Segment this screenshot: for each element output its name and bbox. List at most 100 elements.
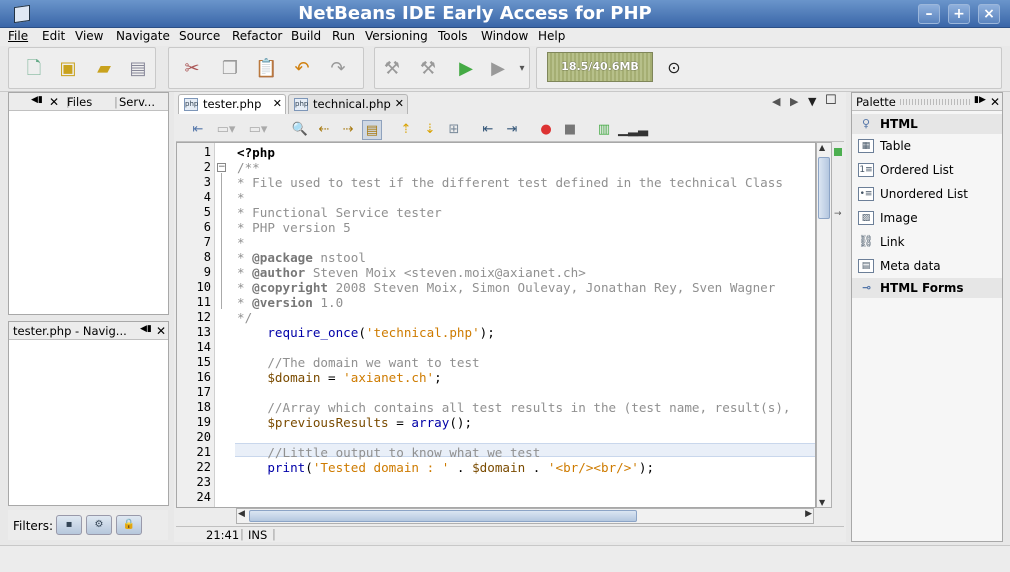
close-window-button[interactable]: × [978, 4, 1000, 24]
item-label: Table [880, 139, 912, 153]
palette-panel: Palette ▮▶ ✕ ♀ HTML ▦ Table 1≡ Ordered L… [851, 92, 1003, 542]
panel-close-icon[interactable]: ✕ [49, 95, 59, 109]
palette-item-link[interactable]: ⛓ Link [856, 232, 1000, 252]
new-file-icon[interactable]: 🗋 [23, 58, 45, 80]
tab-files[interactable]: Files [67, 95, 92, 109]
menu-view[interactable]: View [75, 29, 103, 43]
filter-private-lock-icon[interactable]: 🔒 [116, 515, 142, 535]
code-line-2: /** [237, 160, 260, 175]
scroll-right-icon[interactable]: ▶ [805, 509, 812, 519]
panel-menu-icon[interactable]: ◀▮ [140, 324, 152, 334]
uncomment-icon[interactable]: ▁▂▃ [618, 120, 648, 140]
clean-build-icon[interactable]: ⚒ [417, 58, 439, 80]
shift-right-icon[interactable]: ⇥ [502, 120, 522, 140]
cut-icon[interactable]: ✂ [181, 58, 203, 80]
garbage-collect-icon[interactable]: ⊙ [663, 57, 685, 79]
panel-menu-icon[interactable]: ▮▶ [974, 95, 986, 105]
history-back-icon[interactable]: ▭▾ [216, 120, 236, 140]
tab-close-icon[interactable]: ✕ [273, 95, 282, 113]
stop-macro-icon[interactable]: ■ [560, 120, 580, 140]
debug-dropdown-icon[interactable]: ▾ [511, 58, 533, 80]
tab-list-dropdown-icon[interactable]: ▼ [808, 95, 816, 108]
tab-technical-php[interactable]: php technical.php ✕ [288, 94, 408, 114]
build-hammer-icon[interactable]: ⚒ [381, 58, 403, 80]
palette-item-image[interactable]: ▨ Image [856, 208, 1000, 228]
code-line-11: * @version 1.0 [237, 295, 344, 310]
tab-services[interactable]: Serv... [119, 95, 155, 109]
tab-scroll-right-icon[interactable]: ▶ [790, 95, 798, 108]
menu-file[interactable]: File [8, 29, 28, 43]
vertical-scroll-thumb[interactable] [818, 157, 830, 219]
tab-label: tester.php [203, 97, 262, 111]
navigator-title[interactable]: tester.php - Navig... [13, 324, 127, 338]
line-number: 18 [196, 400, 211, 414]
tab-close-icon[interactable]: ✕ [395, 95, 404, 113]
palette-item-unordered-list[interactable]: •≡ Unordered List [856, 184, 1000, 204]
maximize-button[interactable]: + [948, 4, 970, 24]
code-fold-icon[interactable]: − [217, 163, 226, 172]
horizontal-scroll-thumb[interactable] [249, 510, 637, 522]
menu-navigate[interactable]: Navigate [116, 29, 170, 43]
open-project-icon[interactable]: ▰ [93, 58, 115, 80]
menu-versioning[interactable]: Versioning [365, 29, 428, 43]
maximize-editor-icon[interactable]: ☐ [825, 93, 837, 108]
filter-fields-icon[interactable]: ▪ [56, 515, 82, 535]
menu-refactor[interactable]: Refactor [232, 29, 282, 43]
line-number: 13 [196, 325, 211, 339]
scroll-down-icon[interactable]: ▼ [819, 498, 825, 507]
redo-icon[interactable]: ↷ [327, 58, 349, 80]
tab-scroll-left-icon[interactable]: ◀ [772, 95, 780, 108]
filters-bar: Filters: ▪ ⚙ 🔒 [8, 510, 168, 540]
history-forward-icon[interactable]: ▭▾ [248, 120, 268, 140]
copy-icon[interactable]: ❐ [219, 58, 241, 80]
find-next-icon[interactable]: ⇢ [338, 120, 358, 140]
menu-source[interactable]: Source [179, 29, 220, 43]
line-number: 6 [203, 220, 211, 234]
next-bookmark-icon[interactable]: ⇣ [420, 120, 440, 140]
panel-close-icon[interactable]: ✕ [156, 324, 166, 338]
run-icon[interactable]: ▶ [455, 58, 477, 80]
palette-category-html[interactable]: ♀ HTML [852, 114, 1002, 134]
save-all-icon[interactable]: ▤ [127, 58, 149, 80]
find-icon[interactable]: 🔍 [290, 120, 310, 140]
record-macro-icon[interactable]: ● [536, 120, 556, 140]
toggle-bookmark-icon[interactable]: ⊞ [444, 120, 464, 140]
menu-build[interactable]: Build [291, 29, 321, 43]
menu-window[interactable]: Window [481, 29, 528, 43]
drag-handle[interactable] [900, 99, 972, 105]
shift-left-icon[interactable]: ⇤ [478, 120, 498, 140]
palette-item-table[interactable]: ▦ Table [856, 136, 1000, 156]
undo-icon[interactable]: ↶ [291, 58, 313, 80]
new-project-icon[interactable]: ▣ [57, 58, 79, 80]
menu-run[interactable]: Run [332, 29, 355, 43]
tab-tester-php[interactable]: php tester.php ✕ [178, 94, 286, 114]
comment-icon[interactable]: ▥ [594, 120, 614, 140]
menu-tools[interactable]: Tools [438, 29, 468, 43]
previous-bookmark-icon[interactable]: ⇡ [396, 120, 416, 140]
menu-help[interactable]: Help [538, 29, 565, 43]
panel-menu-icon[interactable]: ◀▮ [31, 95, 43, 105]
find-previous-icon[interactable]: ⇠ [314, 120, 334, 140]
scroll-left-icon[interactable]: ◀ [238, 509, 245, 519]
expand-icon: ⊸ [862, 281, 872, 294]
memory-usage-indicator[interactable]: 18.5/40.6MB [547, 52, 653, 82]
panel-close-icon[interactable]: ✕ [990, 95, 1000, 109]
back-icon[interactable]: ⇤ [188, 120, 208, 140]
horizontal-scrollbar[interactable]: ◀ ▶ [236, 508, 814, 524]
minimize-button[interactable]: – [918, 4, 940, 24]
toggle-highlight-icon[interactable]: ▤ [362, 120, 382, 140]
code-line-4: * [237, 190, 245, 205]
palette-header: Palette ▮▶ ✕ [852, 93, 1002, 111]
palette-category-html-forms[interactable]: ⊸ HTML Forms [852, 278, 1002, 298]
paste-icon[interactable]: 📋 [255, 58, 277, 80]
editor-status-bar: 21:41 | INS | [176, 526, 844, 542]
filter-static-icon[interactable]: ⚙ [86, 515, 112, 535]
error-stripe-ok-icon [834, 148, 842, 156]
palette-item-meta-data[interactable]: ▤ Meta data [856, 256, 1000, 276]
menu-edit[interactable]: Edit [42, 29, 65, 43]
vertical-scrollbar[interactable]: ▲ ▼ [816, 142, 832, 508]
palette-item-ordered-list[interactable]: 1≡ Ordered List [856, 160, 1000, 180]
scroll-up-icon[interactable]: ▲ [819, 143, 825, 152]
debug-icon[interactable]: ▶ [487, 58, 509, 80]
code-editor[interactable]: 1 2 3 4 5 6 7 8 9 10 11 12 13 14 15 16 1… [176, 142, 816, 508]
